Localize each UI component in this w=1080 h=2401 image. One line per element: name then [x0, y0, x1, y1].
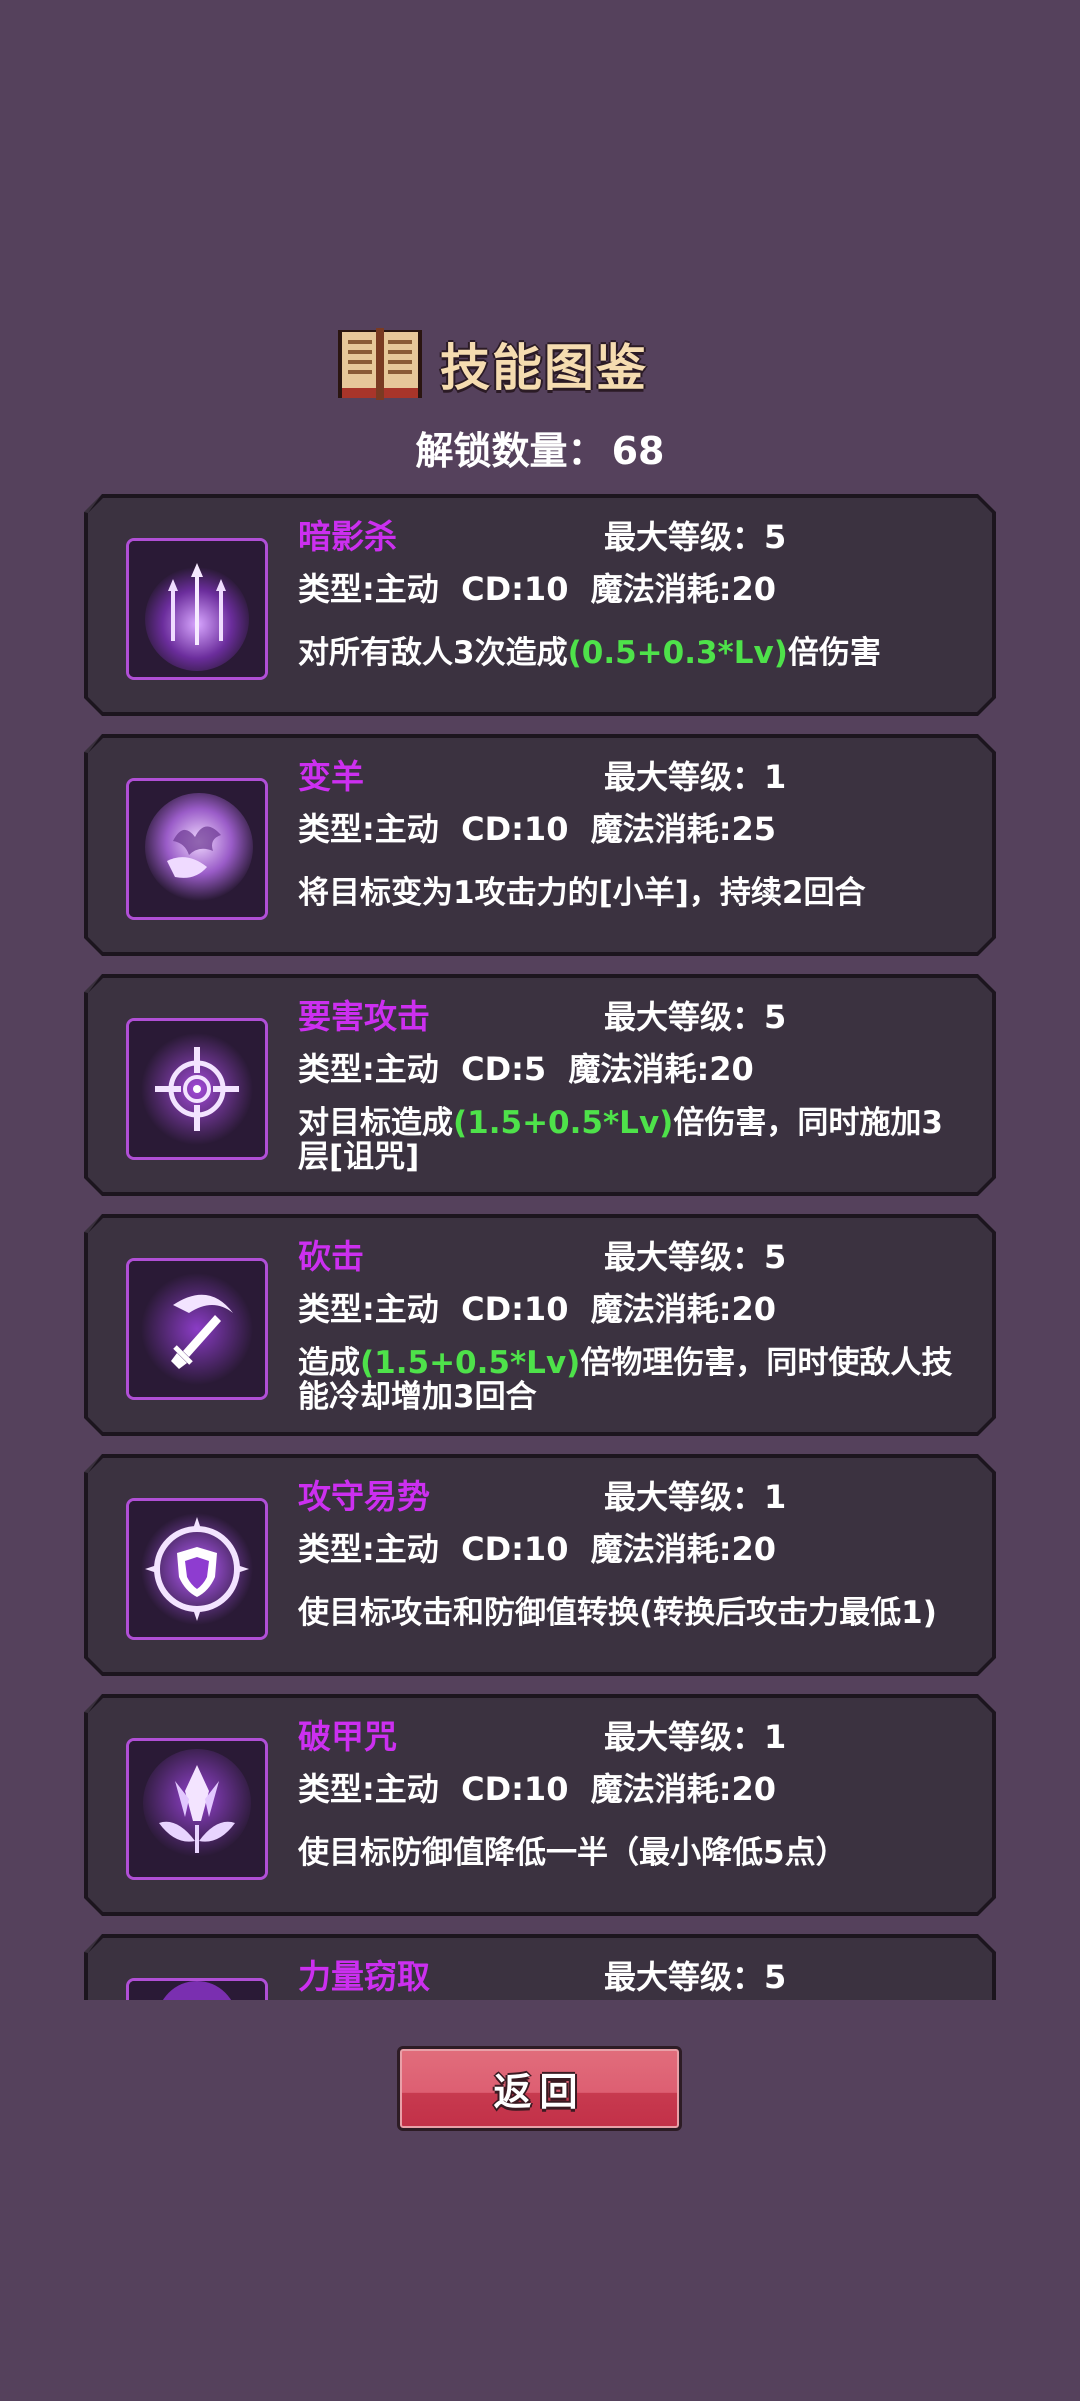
skill-name: 攻守易势: [298, 1477, 430, 1516]
page-title: 技能图鉴: [440, 339, 648, 397]
triple-arrow-icon: [126, 538, 268, 680]
skill-stats: 类型:主动 CD:10 魔法消耗:20: [298, 1290, 777, 1328]
skill-list[interactable]: 暗影杀 最大等级：5 类型:主动 CD:10 魔法消耗:20 对所有敌人3次造成…: [84, 494, 996, 2000]
skill-stats: 类型:主动 CD:5 魔法消耗:20: [298, 1050, 754, 1088]
skill-card[interactable]: 力量窃取 最大等级：5: [84, 1934, 996, 2000]
unlock-label: 解锁数量：: [415, 429, 606, 473]
crosshair-icon: [126, 1018, 268, 1160]
shield-burst-icon: [126, 1498, 268, 1640]
sword-slash-icon: [126, 1258, 268, 1400]
skill-description: 对所有敌人3次造成(0.5+0.3*Lv)倍伤害: [298, 635, 881, 671]
back-button-label: 返回: [493, 2070, 586, 2114]
unlock-number: 68: [611, 429, 665, 473]
header: 技能图鉴: [0, 318, 1080, 410]
skill-name: 要害攻击: [298, 997, 430, 1036]
skill-card[interactable]: 暗影杀 最大等级：5 类型:主动 CD:10 魔法消耗:20 对所有敌人3次造成…: [84, 494, 996, 716]
skill-stats: 类型:主动 CD:10 魔法消耗:20: [298, 570, 777, 608]
damage-formula: (1.5+0.5*Lv): [360, 1345, 581, 1381]
skill-stats: 类型:主动 CD:10 魔法消耗:20: [298, 1530, 777, 1568]
skill-card[interactable]: 破甲咒 最大等级：1 类型:主动 CD:10 魔法消耗:20 使目标防御值降低一…: [84, 1694, 996, 1916]
power-steal-icon: [126, 1978, 268, 2000]
damage-formula: (0.5+0.3*Lv): [567, 635, 788, 671]
skill-card[interactable]: 攻守易势 最大等级：1 类型:主动 CD:10 魔法消耗:20 使目标攻击和防御…: [84, 1454, 996, 1676]
skill-max-level: 最大等级：1: [604, 758, 787, 796]
skill-max-level: 最大等级：1: [604, 1718, 787, 1756]
skill-name: 变羊: [298, 757, 364, 796]
skill-name: 破甲咒: [298, 1717, 397, 1756]
skill-codex-page: 技能图鉴 解锁数量： 68 暗影杀 最大等级：5 类型:主动 CD:10 魔法消耗…: [0, 0, 1080, 2401]
skill-name: 暗影杀: [298, 517, 397, 556]
skill-description: 使目标防御值降低一半（最小降低5点）: [298, 1835, 847, 1871]
back-button[interactable]: 返回: [397, 2046, 682, 2131]
skill-description: 将目标变为1攻击力的[小羊]，持续2回合: [298, 875, 866, 911]
skill-card[interactable]: 要害攻击 最大等级：5 类型:主动 CD:5 魔法消耗:20 对目标造成(1.5…: [84, 974, 996, 1196]
skill-name: 砍击: [298, 1237, 364, 1276]
skill-description: 对目标造成(1.5+0.5*Lv)倍伤害，同时施加3层[诅咒]: [298, 1105, 943, 1175]
open-book-icon: [338, 328, 422, 400]
skill-card[interactable]: 砍击 最大等级：5 类型:主动 CD:10 魔法消耗:20 造成(1.5+0.5…: [84, 1214, 996, 1436]
skill-max-level: 最大等级：5: [604, 998, 787, 1036]
skill-stats: 类型:主动 CD:10 魔法消耗:20: [298, 1770, 777, 1808]
skill-max-level: 最大等级：5: [604, 1238, 787, 1276]
sheep-orb-icon: [126, 778, 268, 920]
crystal-flower-icon: [126, 1738, 268, 1880]
skill-description: 造成(1.5+0.5*Lv)倍物理伤害，同时使敌人技能冷却增加3回合: [298, 1345, 953, 1415]
skill-max-level: 最大等级：5: [604, 518, 787, 556]
skill-name: 力量窃取: [298, 1957, 430, 1996]
unlock-count: 解锁数量： 68: [0, 420, 1080, 475]
skill-stats: 类型:主动 CD:10 魔法消耗:25: [298, 810, 777, 848]
skill-description: 使目标攻击和防御值转换(转换后攻击力最低1): [298, 1595, 937, 1631]
damage-formula: (1.5+0.5*Lv): [453, 1105, 674, 1141]
skill-max-level: 最大等级：1: [604, 1478, 787, 1516]
skill-card[interactable]: 变羊 最大等级：1 类型:主动 CD:10 魔法消耗:25 将目标变为1攻击力的…: [84, 734, 996, 956]
skill-max-level: 最大等级：5: [604, 1958, 787, 1996]
